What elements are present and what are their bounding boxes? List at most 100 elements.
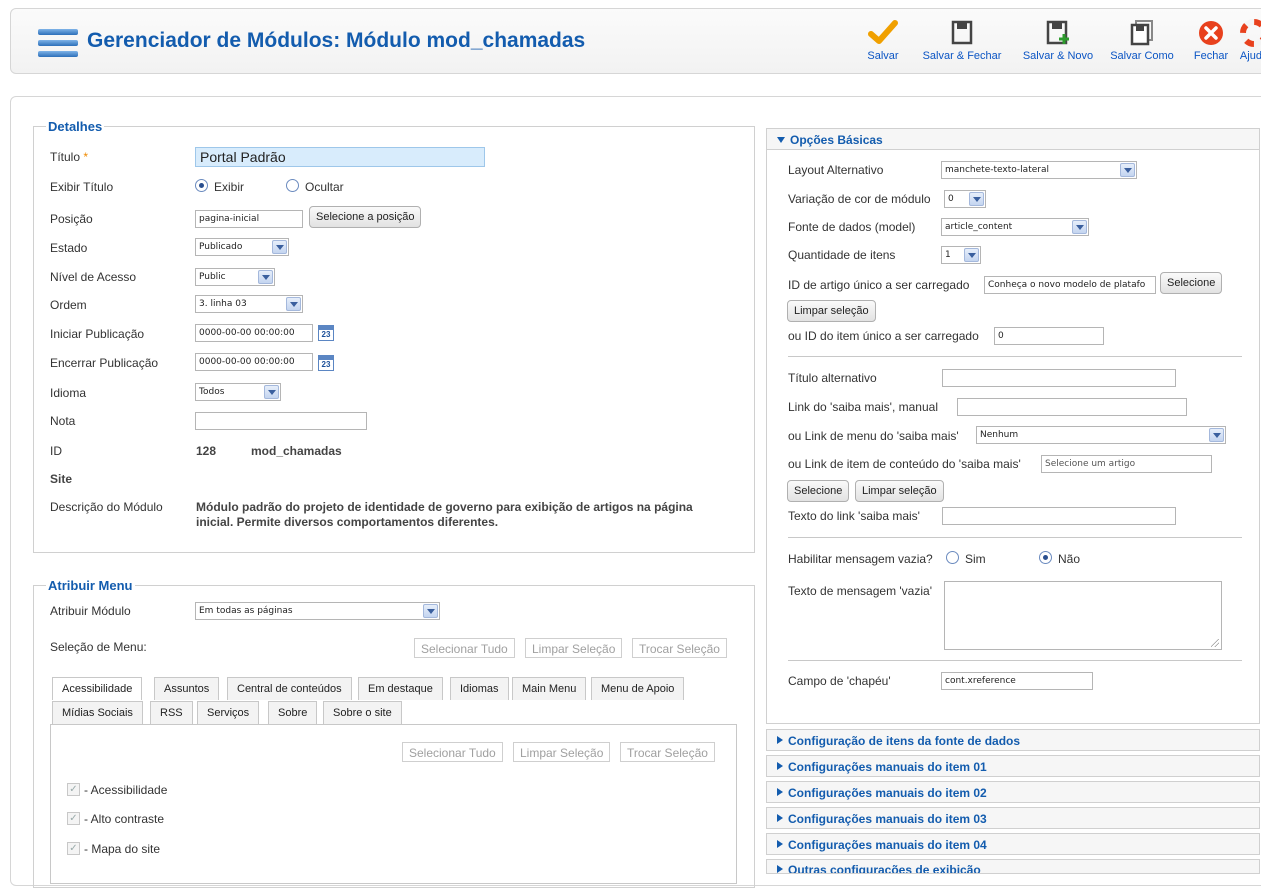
- tab-central-de-conteudos[interactable]: Central de conteúdos: [227, 677, 352, 700]
- menu-item-checkbox[interactable]: ✓: [67, 842, 80, 855]
- content-link-input[interactable]: Selecione um artigo: [1041, 455, 1212, 473]
- select-article-button[interactable]: Selecione: [1160, 272, 1223, 294]
- order-value: 3. linha 03: [199, 299, 247, 309]
- item-id-input[interactable]: 0: [994, 327, 1104, 345]
- save-copy-icon: [1130, 20, 1153, 46]
- note-input[interactable]: [195, 412, 367, 430]
- show-option-label: Exibir: [214, 180, 245, 194]
- more-link-input[interactable]: [957, 398, 1187, 416]
- accordion-other-display[interactable]: Outras configurações de exibição: [766, 859, 1260, 874]
- basic-options-header[interactable]: Opções Básicas: [766, 128, 1260, 150]
- clear-article-button[interactable]: Limpar seleção: [787, 300, 876, 322]
- position-input[interactable]: pagina-inicial: [195, 210, 303, 228]
- chevron-down-icon: [286, 297, 301, 311]
- tab-rss[interactable]: RSS: [150, 701, 193, 724]
- tab-em-destaque[interactable]: Em destaque: [358, 677, 443, 700]
- select-position-button[interactable]: Selecione a posição: [309, 206, 422, 228]
- clear-content-button[interactable]: Limpar seleção: [855, 480, 944, 502]
- tab-main-menu[interactable]: Main Menu: [512, 677, 587, 700]
- expand-arrow-icon: [777, 137, 785, 143]
- chevron-down-icon: [1120, 163, 1135, 177]
- link-text-input[interactable]: [942, 507, 1176, 525]
- tab-idiomas[interactable]: Idiomas: [450, 677, 509, 700]
- save-close-button[interactable]: Salvar & Fechar: [917, 15, 1007, 62]
- help-button[interactable]: Ajuda: [1237, 15, 1261, 62]
- menu-selection-label: Seleção de Menu:: [50, 640, 147, 654]
- collapse-arrow-icon: [777, 814, 783, 822]
- collapse-arrow-icon: [777, 788, 783, 796]
- assign-module-select[interactable]: Em todas as páginas: [195, 602, 440, 620]
- save-new-button[interactable]: Salvar & Novo: [1017, 15, 1099, 62]
- language-label: Idioma: [50, 386, 87, 400]
- select-all-button[interactable]: Selecionar Tudo: [414, 638, 515, 658]
- save-button[interactable]: Salvar: [859, 15, 907, 62]
- calendar-icon[interactable]: 23: [318, 325, 334, 341]
- title-input[interactable]: Portal Padrão: [195, 147, 485, 167]
- data-source-select[interactable]: article_content: [941, 218, 1089, 236]
- access-select[interactable]: Public: [195, 268, 275, 286]
- publish-up-input[interactable]: 0000-00-00 00:00:00: [195, 324, 313, 342]
- collapse-arrow-icon: [777, 736, 783, 744]
- chevron-down-icon: [964, 248, 979, 262]
- collapse-arrow-icon: [777, 840, 783, 848]
- tab-midias-sociais[interactable]: Mídias Sociais: [52, 701, 143, 724]
- accordion-data-source-items[interactable]: Configuração de itens da fonte de dados: [766, 729, 1260, 751]
- tab-assuntos[interactable]: Assuntos: [154, 677, 220, 700]
- description-label: Descrição do Módulo: [50, 500, 163, 514]
- chevron-down-icon: [258, 270, 273, 284]
- menu-item-label: - Acessibilidade: [84, 783, 168, 797]
- alt-title-input[interactable]: [942, 369, 1176, 387]
- tab-sobre-o-site[interactable]: Sobre o site: [323, 701, 402, 724]
- tab-toggle-selection-button[interactable]: Trocar Seleção: [620, 742, 715, 762]
- page-header: Gerenciador de Módulos: Módulo mod_chama…: [10, 8, 1261, 74]
- tab-select-all-button[interactable]: Selecionar Tudo: [402, 742, 503, 762]
- note-label: Nota: [50, 414, 76, 428]
- module-manager-icon: [38, 27, 78, 61]
- show-title-radio-show[interactable]: [195, 179, 208, 192]
- close-button[interactable]: Fechar: [1191, 15, 1231, 62]
- title-label: Título *: [50, 150, 89, 164]
- menu-link-select[interactable]: Nenhum: [976, 426, 1226, 444]
- state-label: Estado: [50, 241, 88, 255]
- menu-item-checkbox[interactable]: ✓: [67, 783, 80, 796]
- tab-servicos[interactable]: Serviços: [197, 701, 260, 724]
- select-content-button[interactable]: Selecione: [787, 480, 850, 502]
- save-copy-button[interactable]: Salvar Como: [1107, 15, 1177, 62]
- clear-selection-button[interactable]: Limpar Seleção: [525, 638, 623, 658]
- language-select[interactable]: Todos: [195, 383, 281, 401]
- id-label: ID: [50, 444, 62, 458]
- show-title-label: Exibir Título: [50, 180, 114, 194]
- show-title-radio-hide[interactable]: [286, 179, 299, 192]
- tab-acessibilidade[interactable]: Acessibilidade: [52, 677, 143, 700]
- calendar-icon[interactable]: 23: [318, 355, 334, 371]
- state-select[interactable]: Publicado: [195, 238, 289, 256]
- publish-down-input[interactable]: 0000-00-00 00:00:00: [195, 353, 313, 371]
- color-variation-select[interactable]: 0: [944, 190, 986, 208]
- accordion-manual-item-02[interactable]: Configurações manuais do item 02: [766, 781, 1260, 803]
- order-select[interactable]: 3. linha 03: [195, 295, 303, 313]
- layout-select[interactable]: manchete-texto-lateral: [941, 161, 1137, 179]
- empty-message-radio-yes[interactable]: [946, 551, 959, 564]
- accordion-manual-item-04[interactable]: Configurações manuais do item 04: [766, 833, 1260, 855]
- assign-module-value: Em todas as páginas: [199, 606, 293, 616]
- empty-message-radio-no[interactable]: [1039, 551, 1052, 564]
- empty-text-textarea[interactable]: [944, 581, 1222, 650]
- tab-sobre[interactable]: Sobre: [268, 701, 318, 724]
- accordion-manual-item-01[interactable]: Configurações manuais do item 01: [766, 755, 1260, 777]
- divider: [788, 537, 1242, 538]
- access-value: Public: [199, 272, 226, 282]
- tab-menu-de-apoio[interactable]: Menu de Apoio: [591, 677, 685, 700]
- accordion-manual-item-03[interactable]: Configurações manuais do item 03: [766, 807, 1260, 829]
- tab-clear-selection-button[interactable]: Limpar Seleção: [513, 742, 611, 762]
- quantity-select[interactable]: 1: [941, 246, 981, 264]
- menu-item-checkbox[interactable]: ✓: [67, 812, 80, 825]
- hat-field-input[interactable]: cont.xreference: [941, 672, 1093, 690]
- menu-item-label: - Alto contraste: [84, 812, 165, 826]
- toggle-selection-button[interactable]: Trocar Seleção: [632, 638, 727, 658]
- article-id-input[interactable]: Conheça o novo modelo de platafo: [984, 276, 1156, 294]
- collapse-arrow-icon: [777, 865, 783, 873]
- resize-grip-icon[interactable]: [1211, 639, 1219, 647]
- publish-down-label: Encerrar Publicação: [50, 356, 159, 370]
- save-close-icon: [951, 20, 973, 45]
- color-variation-label: Variação de cor de módulo: [788, 192, 931, 206]
